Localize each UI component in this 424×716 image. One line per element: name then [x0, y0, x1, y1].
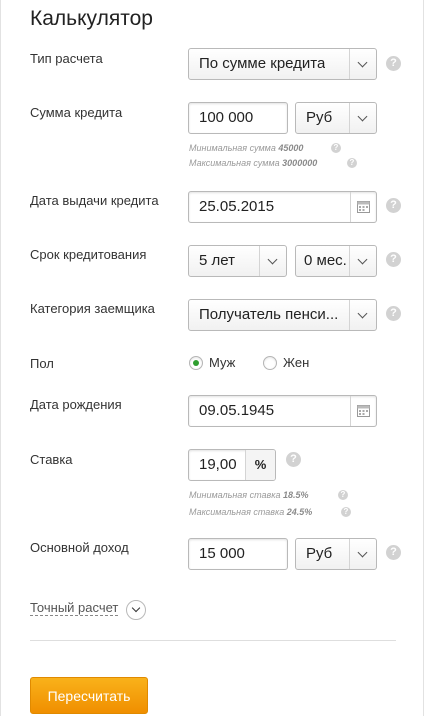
gender-label: Пол — [30, 356, 54, 371]
help-icon[interactable]: ? — [386, 545, 401, 560]
loan-min-hint: Минимальная сумма 45000 — [189, 143, 304, 153]
rate-min-hint: Минимальная ставка 18.5% — [189, 490, 309, 500]
borrower-category-label: Категория заемщика — [30, 301, 155, 316]
rate-max-hint: Максимальная ставка 24.5% — [189, 507, 313, 517]
term-months-select[interactable]: 0 мес. — [295, 245, 377, 277]
chevron-down-icon — [349, 49, 376, 79]
birth-date-value: 09.05.1945 — [199, 402, 275, 419]
calc-type-label: Тип расчета — [30, 51, 103, 66]
chevron-down-icon — [349, 103, 376, 133]
issue-date-input[interactable]: 25.05.2015 — [188, 191, 377, 223]
help-icon[interactable]: ? — [386, 252, 401, 267]
exact-calc-link[interactable]: Точный расчет — [30, 601, 119, 616]
calc-type-select[interactable]: По сумме кредита — [188, 48, 377, 80]
rate-value: 19,00 — [199, 456, 237, 473]
help-icon[interactable]: ? — [386, 56, 401, 71]
calendar-icon[interactable] — [350, 396, 376, 426]
gender-female-label[interactable]: Жен — [283, 355, 309, 370]
calc-type-value: По сумме кредита — [199, 55, 326, 72]
help-icon[interactable]: ? — [331, 143, 341, 153]
loan-amount-label: Сумма кредита — [30, 105, 123, 120]
help-icon[interactable]: ? — [338, 490, 348, 500]
help-icon[interactable]: ? — [386, 198, 401, 213]
income-input[interactable]: 15 000 — [188, 538, 288, 570]
loan-currency-value: Руб — [306, 109, 333, 126]
income-label: Основной доход — [30, 540, 129, 555]
birth-date-label: Дата рождения — [30, 397, 122, 412]
term-years-value: 5 лет — [199, 252, 235, 269]
rate-input[interactable]: 19,00 % — [188, 449, 276, 481]
recalculate-button[interactable]: Пересчитать — [30, 677, 148, 714]
divider — [30, 640, 396, 641]
page-title: Калькулятор — [30, 7, 153, 30]
calendar-icon[interactable] — [350, 192, 376, 222]
chevron-down-icon — [349, 300, 376, 330]
birth-date-input[interactable]: 09.05.1945 — [188, 395, 377, 427]
income-currency-select[interactable]: Руб — [295, 538, 377, 570]
term-years-select[interactable]: 5 лет — [188, 245, 287, 277]
rate-unit: % — [245, 450, 275, 480]
help-icon[interactable]: ? — [347, 158, 357, 168]
chevron-down-icon — [259, 246, 286, 276]
borrower-category-select[interactable]: Получатель пенси... — [188, 299, 377, 331]
rate-label: Ставка — [30, 452, 73, 467]
chevron-down-icon — [349, 539, 376, 569]
loan-currency-select[interactable]: Руб — [295, 102, 377, 134]
income-currency-value: Руб — [306, 545, 333, 562]
chevron-down-icon — [349, 246, 376, 276]
term-label: Срок кредитования — [30, 247, 147, 262]
calculator-panel: Калькулятор Тип расчета По сумме кредита… — [0, 0, 424, 716]
borrower-category-value: Получатель пенси... — [199, 306, 339, 323]
issue-date-value: 25.05.2015 — [199, 198, 275, 215]
help-icon[interactable]: ? — [386, 306, 401, 321]
help-icon[interactable]: ? — [341, 507, 351, 517]
expand-button[interactable] — [126, 600, 146, 620]
gender-female-radio[interactable] — [263, 356, 277, 370]
gender-male-radio[interactable] — [189, 356, 203, 370]
loan-max-hint: Максимальная сумма 3000000 — [189, 158, 318, 168]
term-months-value: 0 мес. — [304, 252, 347, 269]
issue-date-label: Дата выдачи кредита — [30, 193, 159, 208]
chevron-down-icon — [131, 603, 141, 613]
help-icon[interactable]: ? — [286, 452, 301, 467]
loan-amount-input[interactable]: 100 000 — [188, 102, 288, 134]
gender-male-label[interactable]: Муж — [209, 355, 235, 370]
radio-selected-dot — [193, 360, 199, 366]
